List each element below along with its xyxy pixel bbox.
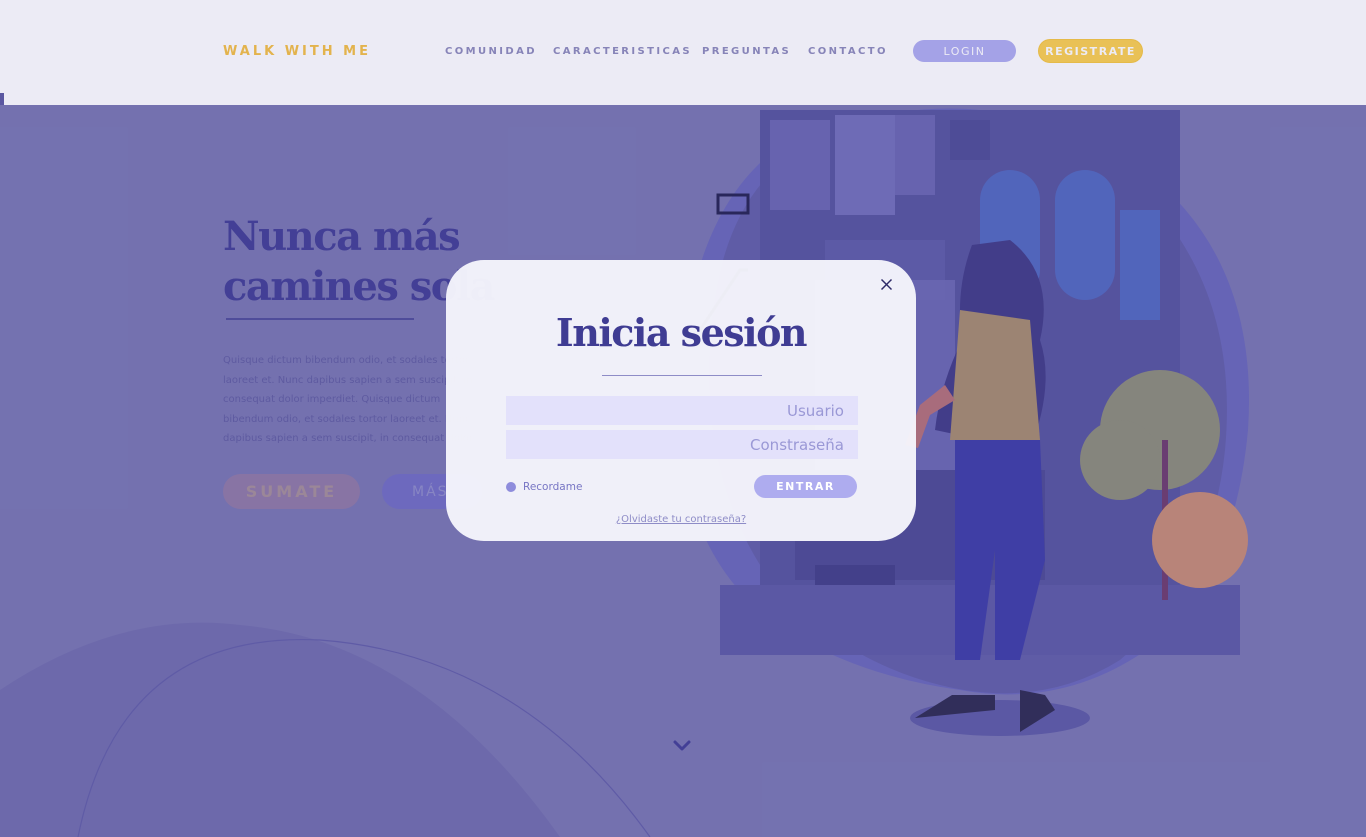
username-input[interactable] — [506, 396, 858, 425]
password-input[interactable] — [506, 430, 858, 459]
login-modal: Inicia sesión Recordame ENTRAR ¿Olvidast… — [446, 260, 916, 541]
remember-me-checkbox[interactable]: Recordame — [506, 481, 582, 493]
close-icon[interactable] — [880, 278, 893, 291]
remember-me-radio-dot[interactable] — [506, 482, 516, 492]
forgot-password-link[interactable]: ¿Olvidaste tu contraseña? — [446, 514, 916, 525]
title-divider — [602, 375, 762, 376]
submit-login-button[interactable]: ENTRAR — [754, 475, 857, 498]
login-title: Inicia sesión — [555, 310, 808, 355]
remember-me-label: Recordame — [523, 481, 583, 493]
